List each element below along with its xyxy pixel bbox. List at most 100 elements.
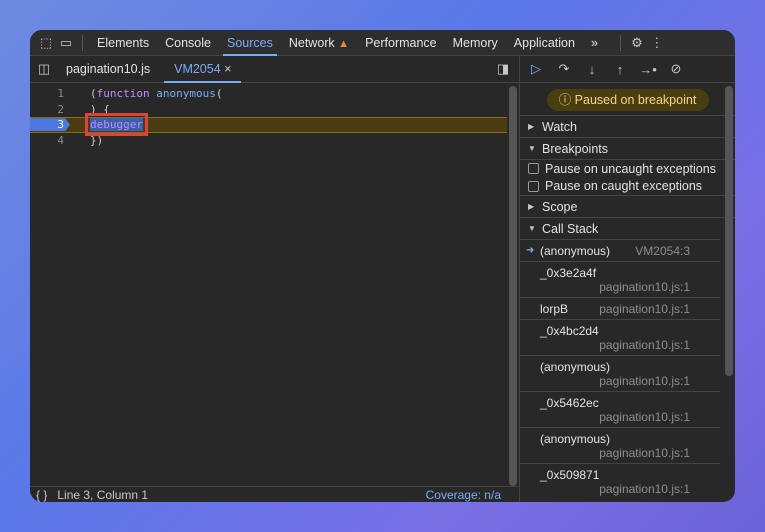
deactivate-breakpoints-icon[interactable]: ⊘ (666, 59, 686, 79)
step-out-icon[interactable]: ↑ (610, 59, 630, 79)
frame-location[interactable]: pagination10.js:1 (540, 338, 690, 352)
section-title: Scope (542, 199, 578, 214)
editor-pane: ◫ pagination10.js VM2054 × ◨ 1 (function … (30, 56, 520, 502)
call-stack-list: ➜ (anonymous) VM2054:3 _0x3e2a4f pagination1… (520, 239, 735, 499)
frame-location[interactable]: pagination10.js:1 (540, 374, 690, 388)
code-line: 1 (function anonymous( (30, 86, 507, 102)
code-text: }) (90, 133, 104, 147)
frame-name: (anonymous) (540, 432, 611, 446)
breakpoint-line-number[interactable]: 3 (30, 118, 70, 132)
frame-name: _0x5462ec (540, 396, 599, 410)
code-editor[interactable]: 1 (function anonymous( 2 ) { 3 debugger 4}) (30, 86, 507, 148)
more-tabs-button[interactable]: » (583, 30, 606, 56)
frame-location[interactable]: pagination10.js:1 (540, 280, 690, 294)
step-over-icon[interactable]: ↷ (554, 59, 574, 79)
pause-uncaught-checkbox[interactable]: Pause on uncaught exceptions (520, 159, 735, 177)
main-toolbar: ⬚ ▭ Elements Console Sources Network ▲ P… (30, 30, 735, 56)
file-tabs: ◫ pagination10.js VM2054 × ◨ (30, 56, 519, 83)
divider (619, 34, 621, 51)
section-title: Watch (542, 119, 577, 134)
code-line: 2 ) { (30, 102, 507, 118)
step-icon[interactable]: →• (638, 59, 658, 79)
toggle-navigator-icon[interactable]: ◫ (34, 59, 54, 79)
frame-location[interactable]: pagination10.js:1 (540, 410, 690, 424)
frame-name: (anonymous) (540, 360, 611, 374)
coverage-status[interactable]: Coverage: n/a (426, 488, 501, 502)
checkbox-label: Pause on caught exceptions (545, 179, 703, 193)
tab-console[interactable]: Console (157, 30, 219, 56)
chevron-right-icon: ▶ (528, 122, 535, 131)
call-frame[interactable]: ➜ (anonymous) VM2054:3 (520, 239, 720, 261)
paused-badge: ⓘ Paused on breakpoint (546, 89, 709, 111)
frame-location[interactable]: VM2054:3 (635, 244, 690, 258)
section-watch[interactable]: ▶ Watch (520, 115, 735, 137)
file-tab-label: VM2054 (174, 61, 221, 76)
debugger-sidebar: ▷ ↷ ↓ ↑ →• ⊘ ⓘ Paused on breakpoint ▶ Wat… (520, 56, 735, 502)
chevron-down-icon: ▼ (528, 144, 536, 153)
checkbox-label: Pause on uncaught exceptions (545, 161, 716, 176)
tab-application[interactable]: Application (506, 30, 583, 56)
debugger-statement: debugger (85, 113, 148, 137)
resume-icon[interactable]: ▷ (526, 59, 546, 79)
code-text: (function anonymous( (90, 87, 223, 101)
call-frame[interactable]: lorpB pagination10.js:1 (520, 297, 720, 319)
kebab-menu-icon[interactable]: ⋮ (647, 33, 667, 53)
line-number[interactable]: 4 (30, 134, 70, 147)
debugger-controls: ▷ ↷ ↓ ↑ →• ⊘ (520, 56, 735, 83)
frame-name: lorpB (540, 301, 569, 316)
tab-performance[interactable]: Performance (357, 30, 445, 56)
current-frame-arrow-icon: ➜ (526, 245, 535, 256)
function-name: anonymous (156, 87, 216, 101)
tab-elements[interactable]: Elements (89, 30, 157, 56)
section-scope[interactable]: ▶ Scope (520, 195, 735, 217)
chevron-right-icon: ▶ (528, 202, 535, 211)
file-tab-pagination10[interactable]: pagination10.js (54, 56, 162, 83)
tab-network[interactable]: Network ▲ (281, 30, 357, 56)
warning-icon: ▲ (338, 37, 350, 50)
call-frame[interactable]: _0x5462ec pagination10.js:1 (520, 391, 720, 427)
call-frame[interactable]: (anonymous) pagination10.js:1 (520, 427, 720, 463)
tab-label: Network (288, 35, 335, 50)
frame-location[interactable]: pagination10.js:1 (599, 302, 690, 316)
call-frame[interactable]: _0x3e2a4f pagination10.js:1 (520, 261, 720, 297)
divider (82, 34, 83, 51)
call-frame[interactable]: _0x4bc2d4 pagination10.js:1 (520, 319, 720, 355)
file-tab-vm2054[interactable]: VM2054 × (162, 56, 243, 83)
pause-caught-checkbox[interactable]: Pause on caught exceptions (520, 177, 735, 195)
frame-name: _0x3e2a4f (540, 266, 597, 280)
frame-location[interactable]: pagination10.js:1 (540, 446, 690, 460)
section-breakpoints[interactable]: ▼ Breakpoints (520, 137, 735, 159)
frame-location[interactable]: pagination10.js:1 (540, 482, 690, 496)
checkbox[interactable] (528, 163, 539, 174)
line-number[interactable]: 2 (30, 103, 70, 116)
devtools-window: ⬚ ▭ Elements Console Sources Network ▲ P… (30, 30, 735, 502)
chevron-down-icon: ▼ (528, 224, 536, 233)
call-frame[interactable]: (anonymous) pagination10.js:1 (520, 355, 720, 391)
tab-memory[interactable]: Memory (445, 30, 506, 56)
status-bar: { } Line 3, Column 1 Coverage: n/a (30, 486, 519, 502)
line-number[interactable]: 1 (30, 87, 70, 100)
keyword: function (96, 87, 150, 101)
section-title: Call Stack (542, 221, 599, 236)
step-into-icon[interactable]: ↓ (582, 59, 602, 79)
cursor-position: Line 3, Column 1 (57, 487, 149, 502)
toggle-debugger-icon[interactable]: ◨ (493, 59, 513, 79)
code-text: debugger (70, 113, 148, 137)
frame-name: _0x509871 (540, 468, 600, 482)
call-frame[interactable]: _0x509871 pagination10.js:1 (520, 463, 720, 499)
pretty-print-icon[interactable]: { } (36, 488, 47, 502)
frame-name: (anonymous) (540, 243, 611, 258)
gear-icon[interactable]: ⚙ (627, 33, 647, 53)
checkbox[interactable] (528, 180, 539, 192)
code-line: 4}) (30, 133, 507, 149)
inspect-element-icon[interactable]: ⬚ (36, 33, 56, 53)
frame-name: _0x4bc2d4 (540, 324, 599, 338)
current-code-line: 3 debugger (30, 113, 507, 137)
tab-sources[interactable]: Sources (219, 30, 281, 56)
section-call-stack[interactable]: ▼ Call Stack (520, 217, 735, 239)
sidebar-scrollbar[interactable] (725, 86, 733, 376)
editor-scrollbar[interactable] (509, 86, 517, 486)
device-toolbar-icon[interactable]: ▭ (56, 33, 76, 53)
close-icon[interactable]: × (224, 62, 231, 76)
code-text: ) { (90, 102, 110, 116)
